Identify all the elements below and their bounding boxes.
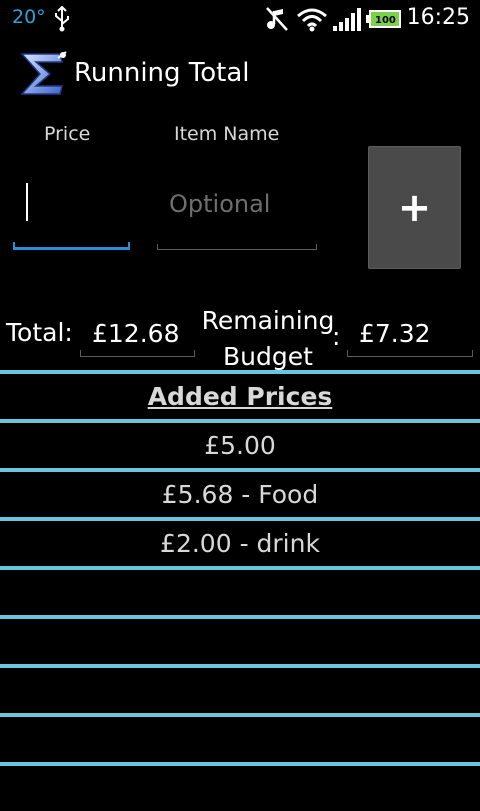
clock: 16:25 [406,5,470,30]
usb-icon [55,6,69,32]
app-title: Running Total [74,58,250,88]
signal-icon [333,8,361,31]
price-input[interactable] [13,168,130,250]
sigma-logo-icon [20,51,67,95]
text-cursor [26,183,28,221]
list-item [0,615,480,664]
total-label: Total: [6,318,73,347]
total-field: £12.68 [80,310,195,357]
list-item[interactable]: £5.68 - Food [0,468,480,517]
remaining-colon: : [332,322,341,351]
total-value: £12.68 [92,319,180,348]
battery-level: 100 [375,15,396,26]
mute-icon [266,7,288,31]
list-item[interactable]: £5.00 [0,419,480,468]
added-prices-list: Added Prices £5.00 £5.68 - Food £2.00 - … [0,370,480,800]
list-header-row: Added Prices [0,370,480,419]
list-item [0,762,480,811]
battery-icon: 100 [366,10,401,28]
list-item [0,713,480,762]
add-button[interactable]: + [368,146,461,269]
item-name-label: Item Name [174,123,280,145]
remaining-budget-label: Remaining Budget [198,303,338,375]
app-title-bar: Running Total [0,38,480,110]
item-name-input[interactable]: Optional [157,168,317,250]
temperature-indicator: 20° [12,6,46,28]
price-label: Price [44,123,91,145]
list-item [0,566,480,615]
price-input-underline [13,242,130,250]
wifi-icon [297,8,327,32]
status-bar: 20° 100 16:25 [0,0,480,38]
list-item[interactable]: £2.00 - drink [0,517,480,566]
list-item [0,664,480,713]
remaining-label-line1: Remaining [201,306,335,335]
item-input-underline [157,244,317,250]
remaining-budget-field[interactable]: £7.32 [347,310,473,357]
item-name-placeholder: Optional [169,190,271,218]
added-prices-header: Added Prices [147,382,333,411]
remaining-value: £7.32 [359,319,431,348]
